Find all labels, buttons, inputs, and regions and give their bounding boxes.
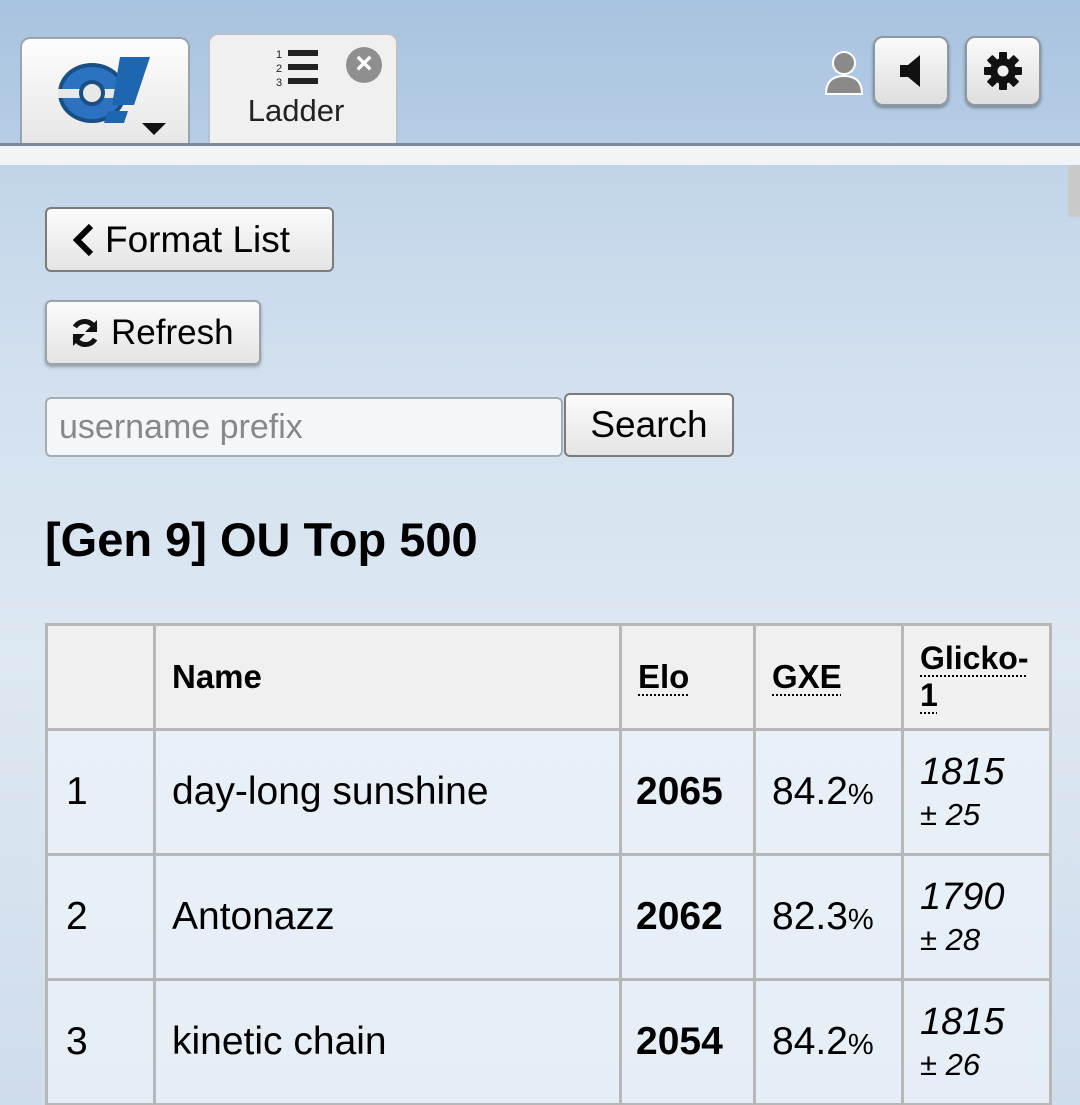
- close-icon[interactable]: ×: [346, 47, 382, 83]
- gxe-percent: %: [847, 904, 874, 936]
- elo-header-label: Elo: [638, 658, 690, 695]
- glicko-rating: 1815: [920, 750, 1005, 793]
- tab-ladder-label: Ladder: [247, 93, 345, 128]
- gxe-cell: 82.3%: [753, 853, 904, 981]
- rank-column-header: [45, 623, 156, 731]
- scrollbar[interactable]: [1068, 165, 1080, 217]
- ladder-title: [Gen 9] OU Top 500: [45, 513, 478, 566]
- gxe-header-label: GXE: [772, 658, 842, 695]
- rank-cell: 2: [45, 853, 156, 981]
- elo-cell: 2054: [619, 978, 756, 1105]
- player-name-cell[interactable]: kinetic chain: [153, 978, 622, 1105]
- format-list-label: Format List: [105, 218, 291, 260]
- glicko-deviation: ± 28: [920, 922, 981, 958]
- refresh-label: Refresh: [111, 312, 234, 352]
- format-list-button[interactable]: Format List: [45, 207, 334, 272]
- chevron-down-icon: [142, 123, 166, 135]
- glicko-rating: 1815: [920, 1000, 1005, 1043]
- svg-text:2: 2: [276, 63, 282, 75]
- player-name-cell[interactable]: day-long sunshine: [153, 728, 622, 856]
- tab-ladder[interactable]: 1 2 3 Ladder ×: [208, 33, 398, 145]
- svg-text:1: 1: [276, 49, 282, 61]
- ladder-table: Name Elo GXE Glicko- 1 1 day-long sunshi…: [45, 623, 1052, 1105]
- glicko-deviation: ± 25: [920, 797, 981, 833]
- glicko-deviation: ± 26: [920, 1047, 981, 1083]
- name-column-header: Name: [153, 623, 622, 731]
- gxe-cell: 84.2%: [753, 978, 904, 1105]
- elo-column-header: Elo: [619, 623, 756, 731]
- chevron-left-icon: [71, 223, 95, 257]
- glicko-cell: 1815 ± 25: [901, 728, 1052, 856]
- table-row: 1 day-long sunshine 2065 84.2% 1815 ± 25: [45, 728, 1052, 856]
- username-search-input[interactable]: [45, 397, 563, 457]
- table-row: 2 Antonazz 2062 82.3% 1790 ± 28: [45, 853, 1052, 981]
- gear-icon: [984, 52, 1022, 90]
- glicko-rating: 1790: [920, 875, 1005, 918]
- main-menu-tab[interactable]: [20, 37, 190, 145]
- gxe-column-header: GXE: [753, 623, 904, 731]
- refresh-icon: [69, 317, 101, 349]
- user-icon[interactable]: [824, 50, 864, 96]
- sound-button[interactable]: [873, 36, 949, 106]
- glicko-header-line2: 1: [920, 677, 938, 713]
- glicko-cell: 1815 ± 26: [901, 978, 1052, 1105]
- svg-text:3: 3: [276, 77, 282, 89]
- search-button[interactable]: Search: [564, 393, 734, 457]
- top-header: 1 2 3 Ladder ×: [0, 0, 1080, 145]
- gxe-cell: 84.2%: [753, 728, 904, 856]
- speaker-icon: [900, 55, 920, 87]
- settings-button[interactable]: [965, 36, 1041, 106]
- gxe-value: 84.2: [772, 1020, 848, 1063]
- showdown-logo-icon: [58, 57, 150, 123]
- gxe-percent: %: [847, 779, 874, 811]
- glicko-column-header: Glicko- 1: [901, 623, 1052, 731]
- numbered-list-icon: 1 2 3: [276, 49, 318, 89]
- elo-cell: 2062: [619, 853, 756, 981]
- refresh-button[interactable]: Refresh: [45, 300, 261, 365]
- player-name-cell[interactable]: Antonazz: [153, 853, 622, 981]
- elo-cell: 2065: [619, 728, 756, 856]
- header-divider: [0, 143, 1080, 165]
- table-header-row: Name Elo GXE Glicko- 1: [45, 623, 1052, 731]
- glicko-header-line1: Glicko-: [920, 640, 1029, 677]
- rank-cell: 1: [45, 728, 156, 856]
- rank-cell: 3: [45, 978, 156, 1105]
- table-row: 3 kinetic chain 2054 84.2% 1815 ± 26: [45, 978, 1052, 1105]
- gxe-percent: %: [847, 1029, 874, 1061]
- glicko-cell: 1790 ± 28: [901, 853, 1052, 981]
- gxe-value: 84.2: [772, 770, 848, 813]
- gxe-value: 82.3: [772, 895, 848, 938]
